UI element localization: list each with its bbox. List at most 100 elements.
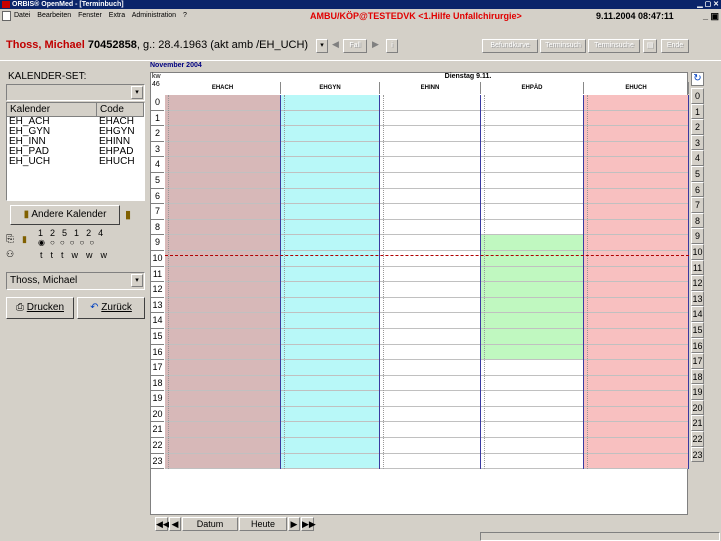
- mdi-controls[interactable]: _ ▣: [703, 9, 719, 23]
- fall-button[interactable]: Fall: [343, 39, 367, 53]
- time-slot[interactable]: [281, 345, 379, 361]
- time-slot[interactable]: [584, 376, 688, 392]
- time-slot[interactable]: [165, 189, 280, 205]
- time-slot[interactable]: [281, 391, 379, 407]
- time-slot[interactable]: [165, 360, 280, 376]
- prev-button[interactable]: ◀: [169, 517, 181, 531]
- hour-jump-button[interactable]: 7: [691, 197, 704, 213]
- time-slot[interactable]: [165, 345, 280, 361]
- menu-fenster[interactable]: Fenster: [78, 12, 102, 19]
- time-slot[interactable]: [165, 173, 280, 189]
- menu-datei[interactable]: Datei: [14, 12, 30, 19]
- time-slot[interactable]: [584, 173, 688, 189]
- time-slot[interactable]: [281, 235, 379, 251]
- time-slot[interactable]: [481, 454, 583, 470]
- time-slot[interactable]: [380, 282, 480, 298]
- radio-button[interactable]: ○: [60, 238, 65, 247]
- time-slot[interactable]: [380, 345, 480, 361]
- hour-jump-button[interactable]: 11: [691, 259, 704, 276]
- time-slot[interactable]: [380, 298, 480, 314]
- time-slot[interactable]: [165, 376, 280, 392]
- time-slot[interactable]: [584, 126, 688, 142]
- datum-button[interactable]: Datum: [182, 517, 238, 531]
- time-slot[interactable]: [481, 407, 583, 423]
- time-slot[interactable]: [584, 251, 688, 267]
- time-slot[interactable]: [165, 391, 280, 407]
- time-slot[interactable]: [165, 235, 280, 251]
- calendar-column[interactable]: [481, 95, 584, 470]
- clock-icon[interactable]: ⚇: [6, 249, 14, 260]
- next-button[interactable]: ▶: [288, 517, 300, 531]
- time-slot[interactable]: [481, 313, 583, 329]
- time-slot[interactable]: [165, 157, 280, 173]
- time-slot[interactable]: [380, 454, 480, 470]
- time-slot[interactable]: [380, 407, 480, 423]
- time-slot[interactable]: [281, 111, 379, 127]
- time-slot[interactable]: [165, 282, 280, 298]
- hour-jump-button[interactable]: 23: [691, 446, 704, 463]
- time-slot[interactable]: [481, 328, 583, 345]
- time-slot[interactable]: [380, 189, 480, 205]
- time-slot[interactable]: [481, 95, 583, 111]
- info-button[interactable]: i: [386, 39, 398, 53]
- menu-help[interactable]: ?: [183, 12, 187, 19]
- table-row[interactable]: EH_INN EHINN: [7, 137, 144, 147]
- time-slot[interactable]: [380, 235, 480, 251]
- time-slot[interactable]: [380, 142, 480, 158]
- time-slot[interactable]: [165, 267, 280, 283]
- time-slot[interactable]: [584, 142, 688, 158]
- time-slot[interactable]: [380, 204, 480, 220]
- time-slot[interactable]: [165, 111, 280, 127]
- hour-jump-button[interactable]: 21: [691, 415, 704, 432]
- time-slot[interactable]: [281, 407, 379, 423]
- time-slot[interactable]: [281, 454, 379, 470]
- hour-jump-button[interactable]: 15: [691, 321, 704, 338]
- time-slot[interactable]: [584, 267, 688, 283]
- note-icon[interactable]: ▮: [22, 234, 27, 245]
- code-header[interactable]: Code: [97, 103, 144, 116]
- back-arrow-icon[interactable]: ◀: [332, 39, 339, 50]
- radio-button[interactable]: ◉: [38, 238, 45, 247]
- andere-kalender-button[interactable]: ▮ Andere Kalender: [10, 205, 120, 225]
- time-slot[interactable]: [481, 360, 583, 376]
- time-slot[interactable]: [481, 235, 583, 251]
- hour-jump-button[interactable]: 5: [691, 165, 704, 182]
- column-header[interactable]: EHGYN: [281, 82, 380, 94]
- time-slot[interactable]: [481, 282, 583, 298]
- time-slot[interactable]: [481, 142, 583, 158]
- hour-jump-button[interactable]: 20: [691, 399, 704, 416]
- time-slot[interactable]: [165, 251, 280, 267]
- radio-button[interactable]: ○: [50, 238, 55, 247]
- time-slot[interactable]: [481, 126, 583, 142]
- time-slot[interactable]: [380, 126, 480, 142]
- time-slot[interactable]: [584, 329, 688, 345]
- hour-jump-button[interactable]: 12: [691, 275, 704, 291]
- time-slot[interactable]: [584, 189, 688, 205]
- drucken-button[interactable]: ⎙ Drucken: [6, 297, 74, 319]
- time-slot[interactable]: [165, 454, 280, 470]
- calendar-column[interactable]: [165, 95, 281, 470]
- time-slot[interactable]: [281, 189, 379, 205]
- refresh-icon[interactable]: ↻: [691, 72, 704, 86]
- time-slot[interactable]: [584, 438, 688, 454]
- time-slot[interactable]: [481, 422, 583, 439]
- time-slot[interactable]: [584, 454, 688, 470]
- time-slot[interactable]: [380, 329, 480, 345]
- time-slot[interactable]: [380, 251, 480, 267]
- time-slot[interactable]: [380, 376, 480, 392]
- time-slot[interactable]: [481, 297, 583, 314]
- column-header[interactable]: EHINN: [380, 82, 481, 94]
- forward-arrow-icon[interactable]: ▶: [372, 39, 379, 50]
- time-slot[interactable]: [281, 438, 379, 454]
- time-slot[interactable]: [165, 422, 280, 439]
- time-slot[interactable]: [281, 422, 379, 439]
- time-slot[interactable]: [584, 360, 688, 376]
- hour-jump-button[interactable]: 0: [691, 88, 704, 104]
- time-slot[interactable]: [481, 376, 583, 392]
- radio-button[interactable]: ○: [80, 238, 85, 247]
- patient-dropdown-button[interactable]: ▾: [316, 39, 328, 53]
- time-slot[interactable]: [584, 298, 688, 314]
- column-header[interactable]: EHACH: [165, 82, 281, 94]
- last-page-button[interactable]: ▶▶: [301, 517, 316, 531]
- time-slot[interactable]: [281, 267, 379, 283]
